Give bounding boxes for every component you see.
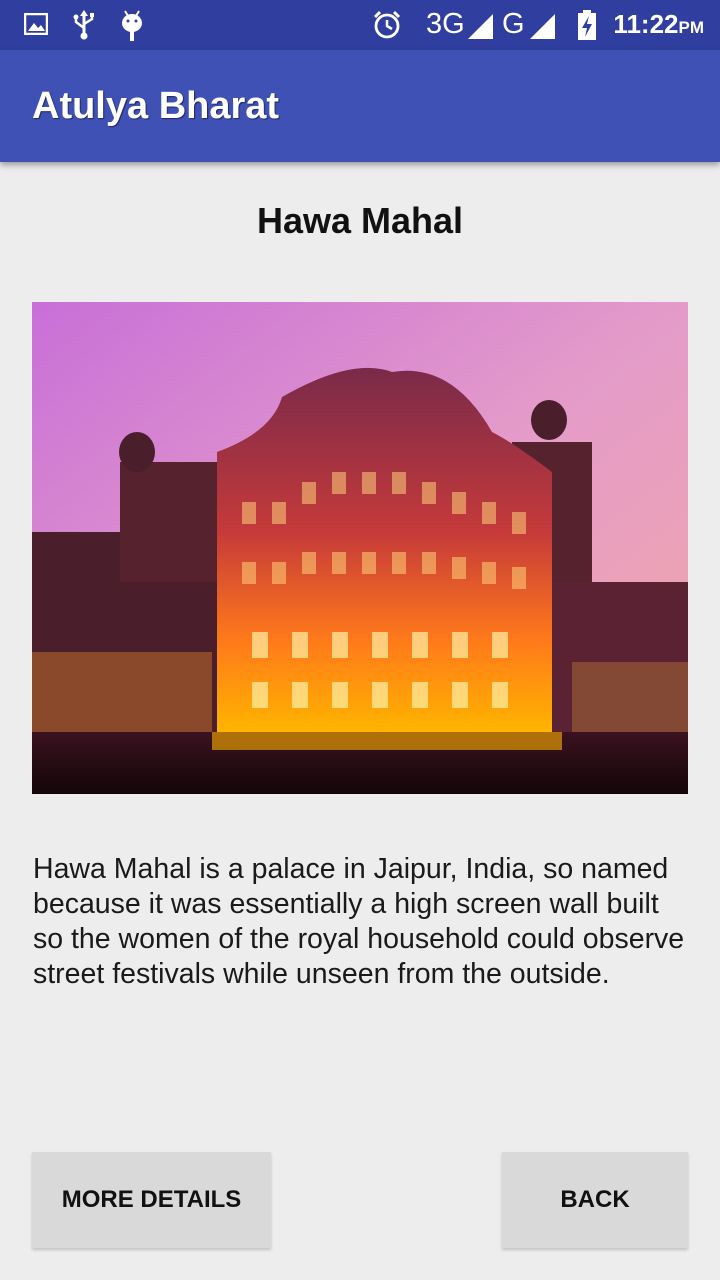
battery-charging-icon: [577, 10, 597, 45]
alarm-icon: [372, 10, 402, 45]
network-type-3g: 3G: [426, 8, 465, 40]
place-description: Hawa Mahal is a palace in Jaipur, India,…: [33, 853, 685, 990]
back-button[interactable]: BACK: [502, 1152, 688, 1248]
network-type-g: G: [502, 8, 525, 40]
android-debug-icon: [119, 10, 145, 47]
status-bar: 3G G 11:22PM: [0, 0, 720, 50]
place-photo: [32, 302, 688, 794]
app-bar: Atulya Bharat: [0, 50, 720, 162]
signal-icon: [528, 12, 556, 45]
place-title: Hawa Mahal: [256, 200, 464, 241]
image-icon: [23, 12, 49, 40]
app-title: Atulya Bharat: [32, 85, 280, 127]
signal-icon: [466, 12, 494, 45]
usb-icon: [72, 10, 96, 45]
more-details-button[interactable]: MORE DETAILS: [32, 1152, 271, 1248]
status-time: 11:22PM: [613, 9, 704, 39]
